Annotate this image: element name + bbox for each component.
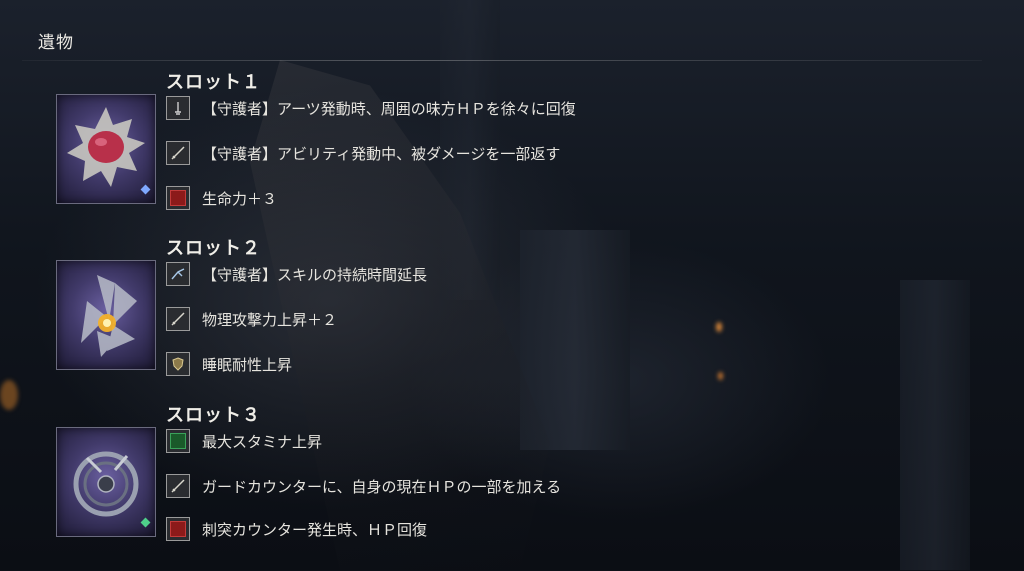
green-square-icon (166, 429, 190, 453)
effect-text: ガードカウンターに、自身の現在ＨＰの一部を加える (202, 478, 562, 496)
effect-text: 刺突カウンター発生時、ＨＰ回復 (202, 521, 428, 539)
sword-icon (166, 474, 190, 498)
staff-icon (166, 96, 190, 120)
skill-icon (166, 262, 190, 286)
sword-icon (166, 307, 190, 331)
title-divider (22, 60, 982, 61)
effect-text: 最大スタミナ上昇 (202, 433, 323, 451)
relic-3[interactable] (56, 427, 156, 537)
effect-text: 【守護者】アビリティ発動中、被ダメージを一部返す (202, 145, 561, 163)
shield-icon (166, 352, 190, 376)
ornate-ring-icon (73, 451, 139, 517)
effect-text: 生命力＋３ (202, 190, 278, 208)
red-gem-brooch-icon (67, 107, 145, 187)
effect-text: 【守護者】スキルの持続時間延長 (202, 266, 428, 284)
slot-title: スロット３ (166, 405, 261, 426)
effect-text: 睡眠耐性上昇 (202, 356, 293, 374)
crystal-shard-icon (81, 275, 137, 357)
red-square-icon (166, 186, 190, 210)
slot-title: スロット１ (166, 72, 261, 93)
relic-1[interactable] (56, 94, 156, 204)
red-square-icon (166, 517, 190, 541)
slot-2: スロット２ 【守護者】スキルの持続時間延長 物理攻撃力上昇＋２ 睡眠耐性上昇 (56, 234, 656, 404)
slot-title: スロット２ (166, 238, 261, 259)
relic-2[interactable] (56, 260, 156, 370)
slot-1: スロット１ 【守護者】アーツ発動時、周囲の味方ＨＰを徐々に回復 【守護者】アビリ… (56, 68, 656, 238)
sword-icon (166, 141, 190, 165)
slot-3: スロット３ 最大スタミナ上昇 ガードカウンターに、自身の現在ＨＰの一部を加える … (56, 401, 656, 571)
screen-title: 遺物 (38, 33, 74, 53)
effect-text: 物理攻撃力上昇＋２ (202, 311, 338, 329)
effect-text: 【守護者】アーツ発動時、周囲の味方ＨＰを徐々に回復 (202, 100, 576, 118)
